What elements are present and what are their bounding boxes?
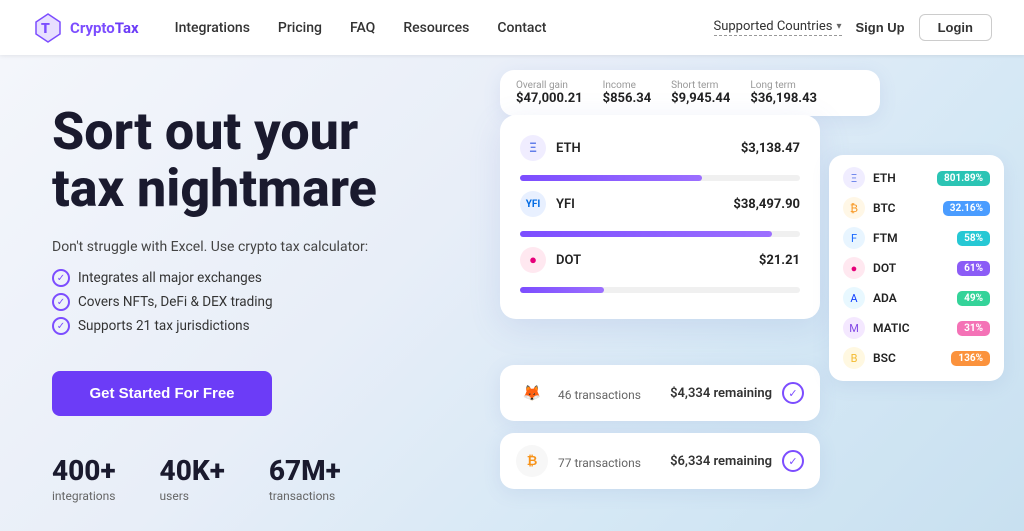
stat-income: Income $856.34: [603, 80, 652, 106]
stat-overall-gain: Overall gain $47,000.21: [516, 80, 583, 106]
tx-info-1: 46 transactions: [558, 384, 660, 403]
svg-text:T: T: [41, 21, 50, 37]
dot-icon: ●: [520, 247, 546, 273]
mini-dot-icon: ●: [843, 257, 865, 279]
supported-countries-dropdown[interactable]: Supported Countries ▾: [714, 19, 842, 36]
mini-row-eth: Ξ ETH 801.89%: [843, 167, 990, 189]
tx-check-icon-1: ✓: [782, 382, 804, 404]
stat-integrations: 400+ integrations: [52, 454, 116, 503]
signup-button[interactable]: Sign Up: [856, 20, 905, 35]
logo-icon: T: [32, 12, 64, 44]
mini-matic-icon: M: [843, 317, 865, 339]
logo[interactable]: T CryptoTax: [32, 12, 139, 44]
list-item: ✓ Supports 21 tax jurisdictions: [52, 317, 480, 335]
check-icon: ✓: [52, 293, 70, 311]
login-button[interactable]: Login: [919, 14, 992, 41]
tx-avatar-2: ₿: [516, 445, 548, 477]
eth-progress-bar: [520, 175, 800, 181]
navbar: T CryptoTax Integrations Pricing FAQ Res…: [0, 0, 1024, 55]
mini-bsc-badge: 136%: [951, 351, 990, 366]
nav-contact[interactable]: Contact: [497, 20, 546, 36]
nav-faq[interactable]: FAQ: [350, 20, 375, 36]
mini-dot-badge: 61%: [957, 261, 990, 276]
mini-ftm-icon: F: [843, 227, 865, 249]
mini-eth-badge: 801.89%: [937, 171, 990, 186]
mini-row-dot: ● DOT 61%: [843, 257, 990, 279]
check-icon: ✓: [52, 317, 70, 335]
check-icon: ✓: [52, 269, 70, 287]
list-item: ✓ Covers NFTs, DeFi & DEX trading: [52, 293, 480, 311]
tx-check-icon-2: ✓: [782, 450, 804, 472]
cta-button[interactable]: Get Started For Free: [52, 371, 272, 416]
yfi-icon: YFI: [520, 191, 546, 217]
mini-btc-icon: ₿: [843, 197, 865, 219]
list-item: ✓ Integrates all major exchanges: [52, 269, 480, 287]
coin-row-dot: ● DOT $21.21: [520, 247, 800, 273]
stat-short-term: Short term $9,945.44: [671, 80, 730, 106]
hero-subtitle: Don't struggle with Excel. Use crypto ta…: [52, 239, 480, 255]
stat-users: 40K+ users: [160, 454, 225, 503]
mini-row-ftm: F FTM 58%: [843, 227, 990, 249]
tx-info-2: 77 transactions: [558, 452, 660, 471]
feature-list: ✓ Integrates all major exchanges ✓ Cover…: [52, 269, 480, 341]
stat-transactions: 67M+ transactions: [269, 454, 341, 503]
nav-links: Integrations Pricing FAQ Resources Conta…: [175, 20, 714, 36]
mini-bsc-icon: B: [843, 347, 865, 369]
nav-right: Supported Countries ▾ Sign Up Login: [714, 14, 993, 41]
stats-row: 400+ integrations 40K+ users 67M+ transa…: [52, 454, 480, 503]
mini-row-matic: M MATIC 31%: [843, 317, 990, 339]
mini-row-bsc: B BSC 136%: [843, 347, 990, 369]
mini-eth-icon: Ξ: [843, 167, 865, 189]
mini-row-ada: A ADA 49%: [843, 287, 990, 309]
mini-row-btc: ₿ BTC 32.16%: [843, 197, 990, 219]
nav-pricing[interactable]: Pricing: [278, 20, 322, 36]
hero-left: Sort out your tax nightmare Don't strugg…: [0, 55, 480, 531]
transaction-card-1: 🦊 46 transactions $4,334 remaining ✓: [500, 365, 820, 421]
mini-matic-badge: 31%: [957, 321, 990, 336]
mini-portfolio-card: Ξ ETH 801.89% ₿ BTC 32.16% F FTM 58% ● D…: [829, 155, 1004, 381]
mini-ftm-badge: 58%: [957, 231, 990, 246]
nav-integrations[interactable]: Integrations: [175, 20, 250, 36]
tx-avatar-1: 🦊: [516, 377, 548, 409]
dot-progress-bar: [520, 287, 800, 293]
chevron-down-icon: ▾: [836, 21, 841, 32]
dashboard-mockup: Overall gain $47,000.21 Income $856.34 S…: [480, 55, 1024, 531]
mini-ada-badge: 49%: [957, 291, 990, 306]
logo-text: CryptoTax: [70, 19, 139, 37]
coin-row-yfi: YFI YFI $38,497.90: [520, 191, 800, 217]
hero-title: Sort out your tax nightmare: [52, 103, 480, 217]
transaction-card-2: ₿ 77 transactions $6,334 remaining ✓: [500, 433, 820, 489]
mini-ada-icon: A: [843, 287, 865, 309]
stats-bar: Overall gain $47,000.21 Income $856.34 S…: [500, 70, 880, 116]
stat-long-term: Long term $36,198.43: [750, 80, 817, 106]
coin-row-eth: Ξ ETH $3,138.47: [520, 135, 800, 161]
eth-icon: Ξ: [520, 135, 546, 161]
main-coin-card: Ξ ETH $3,138.47 YFI YFI $38,497.90 ● DOT…: [500, 115, 820, 319]
mini-btc-badge: 32.16%: [943, 201, 990, 216]
nav-resources[interactable]: Resources: [403, 20, 469, 36]
yfi-progress-bar: [520, 231, 800, 237]
hero-section: Sort out your tax nightmare Don't strugg…: [0, 55, 1024, 531]
